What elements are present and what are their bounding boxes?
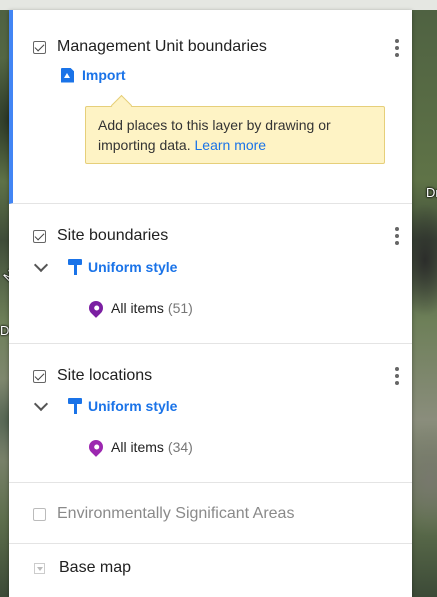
chevron-down-icon[interactable] [33,396,49,411]
import-label: Import [82,67,126,83]
layer-title[interactable]: Site boundaries [57,227,168,245]
layer-management-unit-boundaries[interactable]: Management Unit boundaries Import Add pl… [9,10,412,204]
map-road-label: Dr [426,185,437,200]
layers-panel: Management Unit boundaries Import Add pl… [9,10,412,597]
layer-header: Environmentally Significant Areas [33,505,294,523]
layer-title[interactable]: Environmentally Significant Areas [57,505,294,523]
layer-options-menu-icon[interactable] [387,364,407,388]
items-row[interactable]: All items (34) [86,437,193,457]
all-items-label: All items [111,300,164,316]
layer-title[interactable]: Site locations [57,367,152,385]
layer-site-locations[interactable]: Site locations Uniform style All items (… [9,344,412,483]
basemap-label: Base map [59,559,132,576]
layer-visibility-checkbox[interactable] [33,507,46,521]
layer-site-boundaries[interactable]: Site boundaries Uniform style All items … [9,204,412,344]
import-icon [61,67,74,83]
layer-visibility-checkbox[interactable] [33,229,46,243]
import-button[interactable]: Import [61,67,126,83]
basemap-header[interactable]: Base map [34,559,131,577]
layer-help-tooltip: Add places to this layer by drawing or i… [85,106,385,164]
map-pin-icon [86,298,106,318]
items-row[interactable]: All items (51) [86,298,193,318]
layer-visibility-checkbox[interactable] [33,369,46,383]
style-row: Uniform style [33,396,177,415]
paint-roller-icon [68,397,82,415]
learn-more-link[interactable]: Learn more [195,137,267,153]
map-pin-icon [86,437,106,457]
basemap-section[interactable]: Base map [9,544,412,597]
layer-options-menu-icon[interactable] [387,36,407,60]
style-row: Uniform style [33,257,177,276]
layer-header: Site boundaries [33,227,168,245]
style-link[interactable]: Uniform style [88,398,177,414]
items-count: (51) [167,300,193,316]
layer-title[interactable]: Management Unit boundaries [57,38,267,56]
layer-options-menu-icon[interactable] [387,224,407,248]
items-count: (34) [167,439,193,455]
style-link[interactable]: Uniform style [88,259,177,275]
layer-header: Management Unit boundaries [33,38,267,56]
layer-environmentally-significant-areas[interactable]: Environmentally Significant Areas [9,483,412,544]
layer-visibility-checkbox[interactable] [33,40,46,54]
chevron-down-icon[interactable] [34,562,45,574]
paint-roller-icon [68,258,82,276]
chevron-down-icon[interactable] [33,257,49,272]
all-items-label: All items [111,439,164,455]
layer-header: Site locations [33,367,152,385]
